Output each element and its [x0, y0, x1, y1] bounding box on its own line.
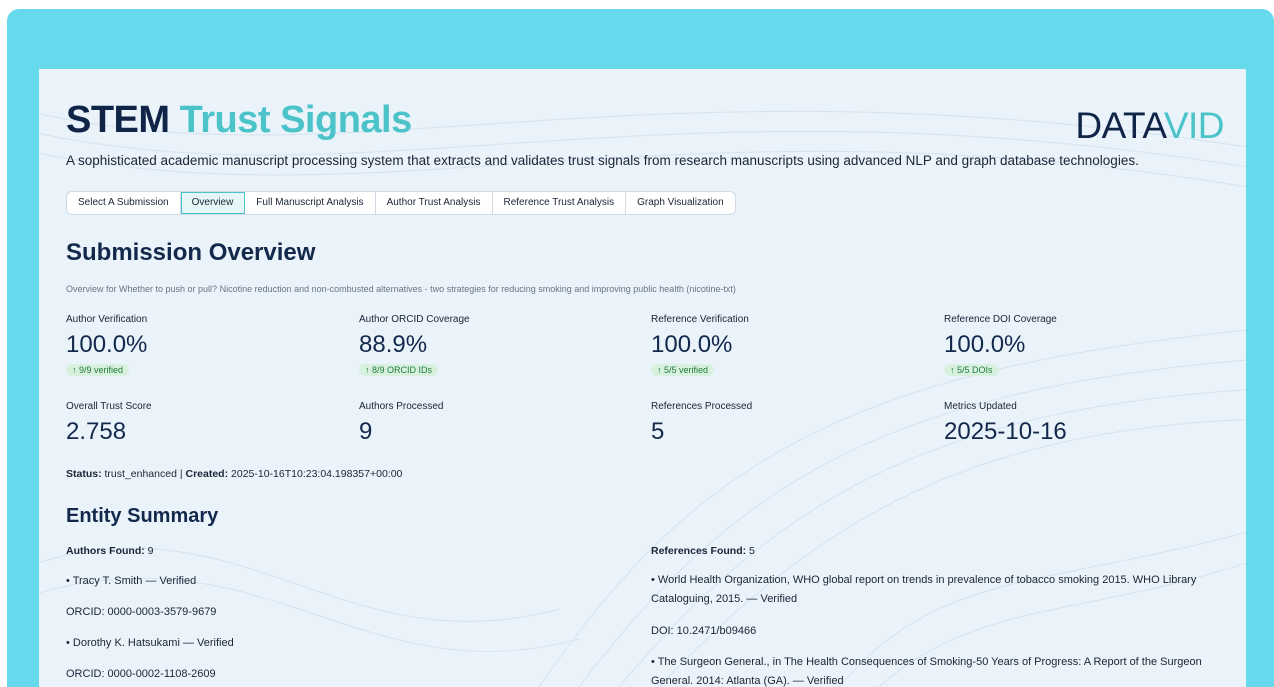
metric-reference-verification: Reference Verification 100.0% ↑ 5/5 veri… — [651, 314, 931, 378]
metric-value: 100.0% — [66, 331, 148, 358]
metric-author-verification: Author Verification 100.0% ↑ 9/9 verifie… — [66, 314, 346, 378]
created-label: Created: — [185, 468, 229, 480]
metric-delta-badge: ↑ 5/5 verified — [651, 364, 715, 376]
metric-value: 100.0% — [651, 331, 733, 358]
app-window: STEM Trust Signals DATAVID A sophisticat… — [39, 69, 1246, 687]
status-separator: | — [179, 468, 183, 480]
metric-value: 100.0% — [944, 331, 1026, 358]
submission-status-line: Status: trust_enhanced | Created: 2025-1… — [66, 468, 402, 480]
reference-item: • The Surgeon General., in The Health Co… — [651, 656, 1202, 687]
author-orcid: ORCID: 0000-0002-1108-2609 — [66, 668, 216, 680]
app-title: STEM Trust Signals — [66, 99, 412, 142]
metric-delta-badge: ↑ 5/5 DOIs — [944, 364, 999, 376]
tab-reference-trust-analysis[interactable]: Reference Trust Analysis — [493, 192, 627, 214]
app-title-stem: STEM — [66, 99, 170, 141]
metric-label: Overall Trust Score — [66, 401, 152, 412]
tab-author-trust-analysis[interactable]: Author Trust Analysis — [376, 192, 493, 214]
created-value: 2025-10-16T10:23:04.198357+00:00 — [231, 468, 403, 480]
metric-label: Reference Verification — [651, 314, 749, 325]
author-item: • Dorothy K. Hatsukami — Verified — [66, 637, 234, 649]
metric-label: Metrics Updated — [944, 401, 1017, 412]
metric-references-processed: References Processed 5 — [651, 401, 931, 446]
logo-part-1: DATA — [1075, 105, 1164, 146]
metric-label: Author Verification — [66, 314, 148, 325]
submission-overview-heading: Submission Overview — [66, 239, 316, 266]
metric-value: 9 — [359, 418, 373, 445]
metric-value: 5 — [651, 418, 665, 445]
metric-metrics-updated: Metrics Updated 2025-10-16 — [944, 401, 1224, 446]
app-subtitle: A sophisticated academic manuscript proc… — [66, 153, 1139, 168]
author-item: • Tracy T. Smith — Verified — [66, 575, 197, 587]
metric-author-orcid-coverage: Author ORCID Coverage 88.9% ↑ 8/9 ORCID … — [359, 314, 639, 378]
tab-bar: Select A Submission Overview Full Manusc… — [66, 191, 736, 215]
status-value: trust_enhanced — [104, 468, 177, 480]
tab-graph-visualization[interactable]: Graph Visualization — [626, 192, 735, 214]
metric-label: Author ORCID Coverage — [359, 314, 470, 325]
datavid-logo: DATAVID — [1075, 105, 1224, 147]
author-orcid: ORCID: 0000-0003-3579-9679 — [66, 606, 217, 618]
references-found-count: 5 — [749, 545, 755, 557]
metric-value: 2025-10-16 — [944, 418, 1067, 445]
references-found: References Found: 5 — [651, 545, 755, 557]
metric-overall-trust-score: Overall Trust Score 2.758 — [66, 401, 346, 446]
authors-found: Authors Found: 9 — [66, 545, 154, 557]
authors-found-label: Authors Found: — [66, 545, 145, 557]
overview-description: Overview for Whether to push or pull? Ni… — [66, 284, 736, 294]
authors-found-count: 9 — [147, 545, 154, 557]
metric-label: Authors Processed — [359, 401, 444, 412]
reference-item: • World Health Organization, WHO global … — [651, 574, 1197, 605]
metric-label: References Processed — [651, 401, 753, 412]
metric-authors-processed: Authors Processed 9 — [359, 401, 639, 446]
tab-select-submission[interactable]: Select A Submission — [67, 192, 181, 214]
reference-doi: DOI: 10.2471/b09466 — [651, 625, 757, 637]
metric-delta-badge: ↑ 8/9 ORCID IDs — [359, 364, 439, 376]
status-label: Status: — [66, 468, 102, 480]
tab-overview[interactable]: Overview — [180, 192, 246, 214]
metric-value: 2.758 — [66, 418, 127, 445]
logo-part-2: VID — [1163, 105, 1225, 146]
app-title-trust-signals: Trust Signals — [179, 99, 413, 141]
entity-summary-heading: Entity Summary — [66, 505, 219, 527]
metric-label: Reference DOI Coverage — [944, 314, 1057, 325]
metric-reference-doi-coverage: Reference DOI Coverage 100.0% ↑ 5/5 DOIs — [944, 314, 1224, 378]
metric-delta-badge: ↑ 9/9 verified — [66, 364, 130, 376]
references-found-label: References Found: — [651, 545, 747, 557]
metric-value: 88.9% — [359, 331, 428, 358]
tab-full-manuscript-analysis[interactable]: Full Manuscript Analysis — [245, 192, 376, 214]
